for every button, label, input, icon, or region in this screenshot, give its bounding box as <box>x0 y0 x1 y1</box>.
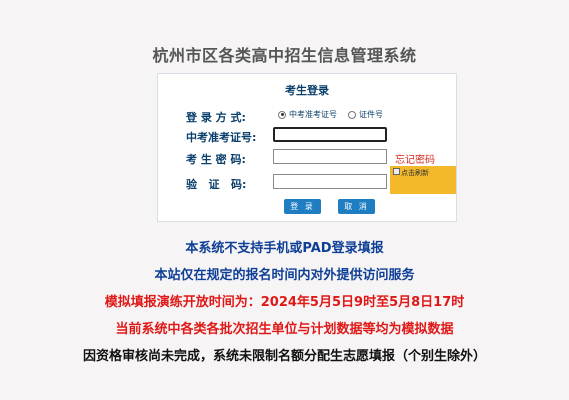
forgot-password-link[interactable]: 忘记密码 <box>395 151 435 166</box>
radio-id-card-label[interactable]: 证件号 <box>359 109 383 120</box>
cancel-button[interactable]: 取 消 <box>338 199 375 214</box>
site-title: 杭州市区各类高中招生信息管理系统 <box>152 46 417 65</box>
panel-title: 考生登录 <box>285 84 329 97</box>
password-row: 考 生 密 码: 忘记密码 <box>158 149 456 167</box>
captcha-image[interactable]: 点击刷新 <box>390 166 456 194</box>
password-input[interactable] <box>273 149 387 164</box>
captcha-row: 验 证 码: 点击刷新 <box>158 166 456 194</box>
exam-id-label: 中考准考证号: <box>186 131 257 144</box>
captcha-label: 验 证 码: <box>186 178 247 191</box>
captcha-image-alt: 点击刷新 <box>401 169 429 177</box>
login-mode-radio-group: 中考准考证号 证件号 <box>278 109 391 120</box>
notice-quota-review: 因资格审核尚未完成，系统未限制名额分配生志愿填报（个别生除外） <box>82 349 486 364</box>
radio-exam-id-label[interactable]: 中考准考证号 <box>289 109 337 120</box>
notice-simulated-data: 当前系统中各类各批次招生单位与计划数据等均为模拟数据 <box>115 322 454 337</box>
radio-id-card[interactable] <box>348 110 356 119</box>
password-label: 考 生 密 码: <box>186 153 246 166</box>
login-mode-row: 登 录 方 式: 中考准考证号 证件号 <box>158 107 456 125</box>
radio-exam-id[interactable] <box>278 110 286 119</box>
notice-practice-time: 模拟填报演练开放时间为：2024年5月5日9时至5月8日17时 <box>104 295 465 310</box>
login-panel: 考生登录 登 录 方 式: 中考准考证号 证件号 中考准考证号: 考 生 密 码… <box>157 73 457 222</box>
login-button[interactable]: 登 录 <box>284 199 321 214</box>
exam-id-row: 中考准考证号: <box>158 127 456 145</box>
exam-id-input[interactable] <box>273 127 387 142</box>
broken-image-icon <box>393 168 400 175</box>
login-mode-label: 登 录 方 式: <box>186 111 246 124</box>
notice-no-mobile: 本系统不支持手机或PAD登录填报 <box>185 241 384 256</box>
captcha-input[interactable] <box>273 174 387 189</box>
notice-access-time: 本站仅在规定的报名时间内对外提供访问服务 <box>154 268 415 283</box>
